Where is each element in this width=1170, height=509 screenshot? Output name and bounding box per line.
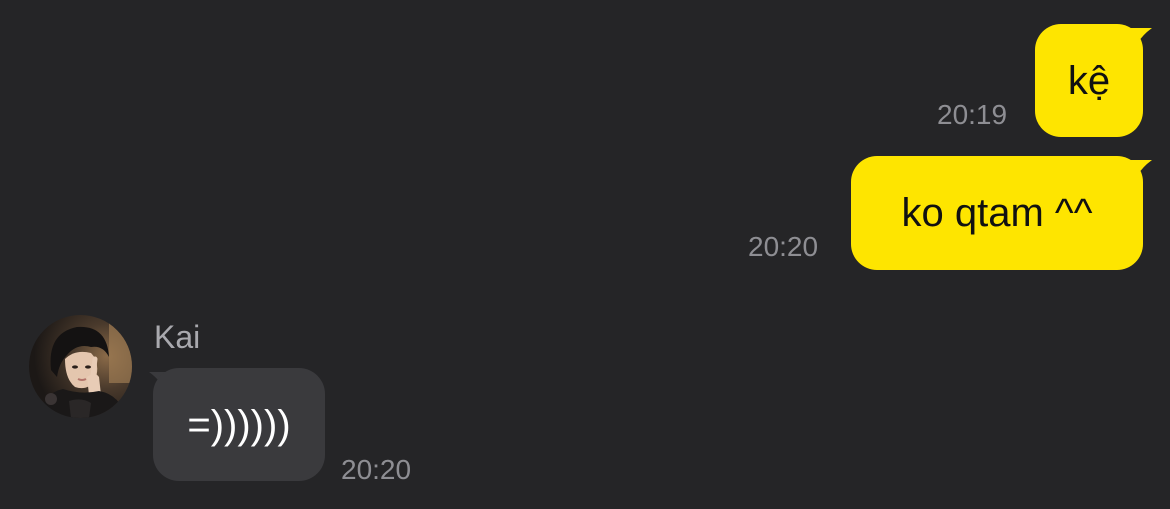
message-timestamp: 20:20 [341,454,412,485]
bubble-tail [1118,160,1152,186]
avatar-photo-icon [29,315,132,418]
sender-avatar[interactable] [29,315,132,418]
chat-message-list[interactable]: 20:19 kệ 20:20 ko qtam ^^ Kai =)))))) 20… [0,0,1170,509]
message-timestamp: 20:20 [748,231,819,262]
bubble-tail [1118,28,1152,54]
message-text: =)))))) [187,402,291,447]
message-text: ko qtam ^^ [901,191,1093,235]
message-timestamp: 20:19 [937,99,1008,130]
sender-name[interactable]: Kai [154,321,200,353]
message-text: kệ [1067,58,1111,103]
message-bubble-sent[interactable]: ko qtam ^^ [851,156,1143,270]
message-bubble-received[interactable]: =)))))) [153,368,325,481]
